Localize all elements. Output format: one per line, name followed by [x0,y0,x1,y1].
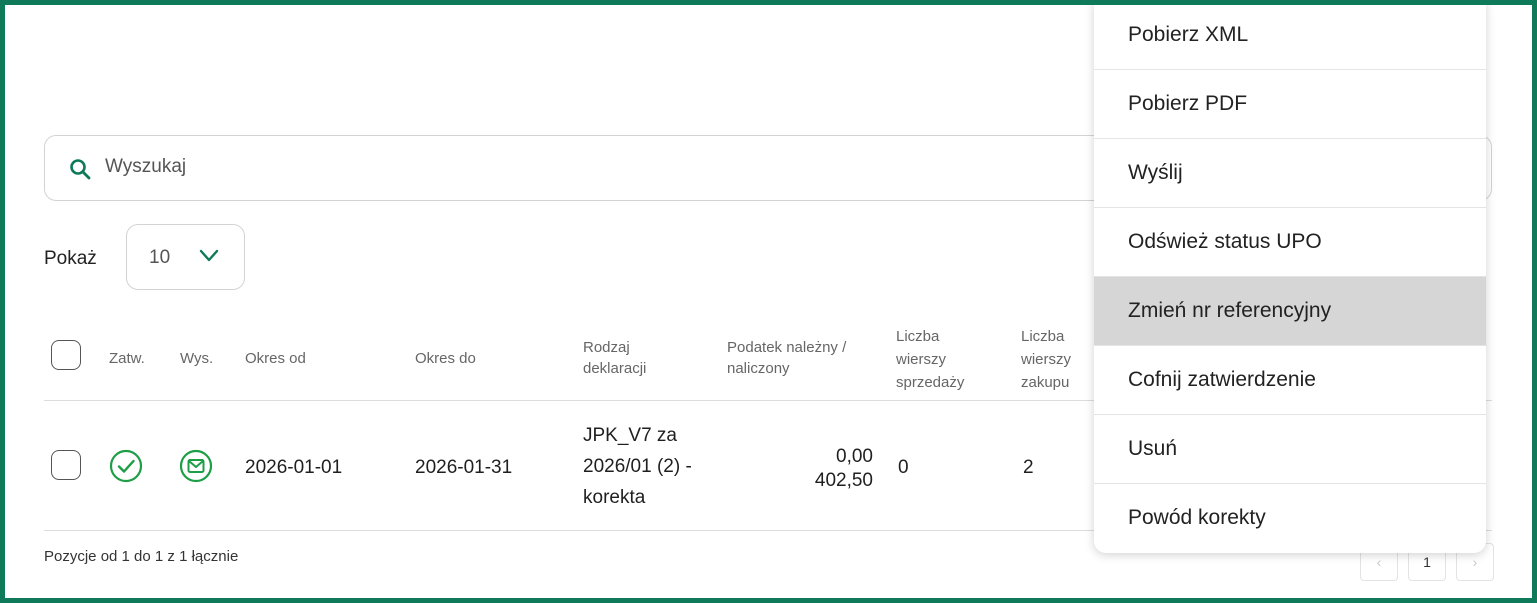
row-purchase-rows: 2 [1023,457,1034,478]
chevron-down-icon [199,249,219,262]
menu-item-correction-reason[interactable]: Powód korekty [1094,484,1486,553]
menu-item-send[interactable]: Wyślij [1094,139,1486,208]
menu-item-refresh-upo-status[interactable]: Odśwież status UPO [1094,208,1486,277]
pagination-summary: Pozycje od 1 do 1 z 1 łącznie [44,548,239,565]
menu-item-change-reference-number[interactable]: Zmień nr referencyjny [1094,277,1486,346]
row-sales-rows: 0 [898,457,909,478]
approved-check-icon [109,449,143,483]
menu-item-download-xml[interactable]: Pobierz XML [1094,5,1486,70]
search-input[interactable]: Wyszukaj [105,156,186,178]
menu-item-undo-approval[interactable]: Cofnij zatwierdzenie [1094,346,1486,415]
header-period-from[interactable]: Okres od [245,348,306,369]
page-size-select[interactable]: 10 [126,224,245,290]
app-frame: Wyszukaj Pokaż 10 Zatw. Wys. Okres od Ok… [0,0,1537,603]
header-period-to[interactable]: Okres do [415,348,476,369]
header-tax[interactable]: Podatek należny / naliczony [727,337,846,379]
header-sales-rows[interactable]: Liczba wierszy sprzedaży [896,325,964,394]
header-approved[interactable]: Zatw. [109,348,145,369]
actions-dropdown-menu: Pobierz XML Pobierz PDF Wyślij Odśwież s… [1094,5,1486,553]
header-purchase-rows[interactable]: Liczba wierszy zakupu [1021,325,1071,394]
row-declaration-type: JPK_V7 za 2026/01 (2) - korekta [583,425,692,508]
row-tax-due: 0,00 [836,446,873,467]
row-tax: 0,00 402,50 [765,445,873,493]
sent-envelope-icon [179,449,213,483]
header-sent[interactable]: Wys. [180,348,213,369]
header-declaration-type[interactable]: Rodzaj deklaracji [583,337,646,379]
row-tax-input: 402,50 [814,470,873,491]
row-checkbox[interactable] [51,450,81,480]
search-icon [70,159,91,180]
show-label: Pokaż [44,248,97,269]
select-all-checkbox[interactable] [51,340,81,370]
page-size-value: 10 [149,247,171,268]
row-period-from: 2026-01-01 [245,457,343,478]
menu-item-delete[interactable]: Usuń [1094,415,1486,484]
row-period-to: 2026-01-31 [415,457,513,478]
menu-item-download-pdf[interactable]: Pobierz PDF [1094,70,1486,139]
